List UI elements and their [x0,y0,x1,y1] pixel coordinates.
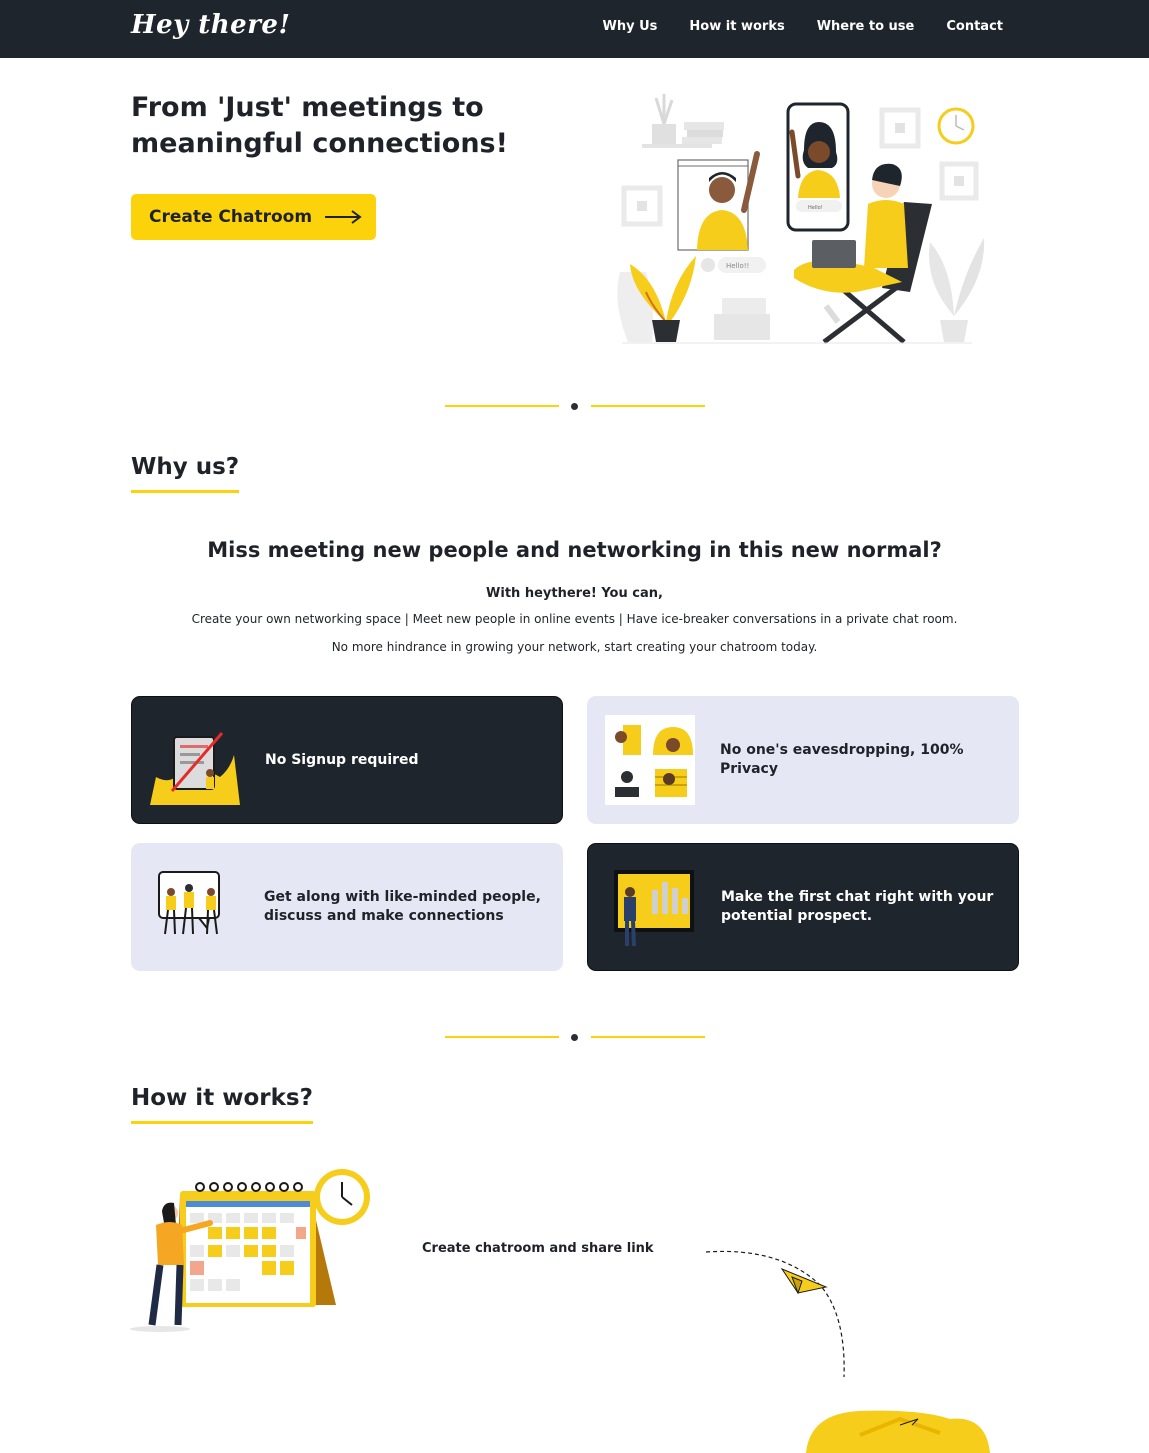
clock-illustration [937,107,975,145]
arrow-right-icon [325,210,362,224]
nav-links: Why Us How it works Where to use Contact [603,19,1003,34]
chat-bubble-illustration: Hello!! [701,257,766,273]
hello-bubble-text: Hello!! [726,262,749,270]
presentation-illustration-icon [614,870,694,947]
section-divider [445,400,705,412]
create-chatroom-label: Create Chatroom [149,207,313,227]
step-create-chatroom: Create chatroom and share link [422,1241,654,1256]
phone-illustration: Hello! [786,102,850,232]
calendar-illustration [130,1169,370,1332]
privacy-illustration-icon [605,715,695,805]
why-us-subtitle: Miss meeting new people and networking i… [207,538,942,562]
why-us-closing-line: No more hindrance in growing your networ… [331,640,818,654]
video-call-window [677,151,760,251]
section-divider [445,1031,705,1043]
how-it-works-heading: How it works? [131,1085,313,1124]
nav-link-contact[interactable]: Contact [946,19,1003,34]
hero-illustration: Hello! Hello!! [617,94,985,344]
why-us-intro: With heythere! You can, [486,586,663,601]
nav-link-why-us[interactable]: Why Us [603,19,658,34]
why-us-features-line: Create your own networking space | Meet … [191,612,958,626]
feature-card-text: Make the first chat right with your pote… [721,889,994,924]
feature-card-text: Get along with like-minded people, discu… [264,889,541,924]
no-signup-illustration-icon [150,732,240,805]
next-step-illustration [806,1410,990,1453]
why-us-heading: Why us? [131,454,240,493]
feature-card-text: No one's eavesdropping, 100% Privacy [720,742,964,777]
discussion-illustration-icon [158,871,220,935]
feature-card-text: No Signup required [265,751,419,768]
phone-chat-bubble: Hello! [808,205,823,211]
plant-illustration [617,256,696,342]
feature-card-first-chat: Make the first chat right with your pote… [587,843,1019,971]
feature-card-like-minded: Get along with like-minded people, discu… [131,843,563,971]
feature-card-privacy: No one's eavesdropping, 100% Privacy [587,696,1019,824]
paper-plane-path-illustration [705,1250,845,1378]
nav-link-where-to-use[interactable]: Where to use [817,19,915,34]
navbar: Hey there! Why Us How it works Where to … [0,0,1149,58]
hero-title: From 'Just' meetings to meaningful conne… [131,92,508,159]
shelf-illustration [642,94,724,148]
create-chatroom-button[interactable]: Create Chatroom [131,194,376,240]
nav-link-how-it-works[interactable]: How it works [689,19,784,34]
plant-right-illustration [929,238,985,342]
logo[interactable]: Hey there! [131,10,290,40]
feature-card-no-signup: No Signup required [131,696,563,824]
